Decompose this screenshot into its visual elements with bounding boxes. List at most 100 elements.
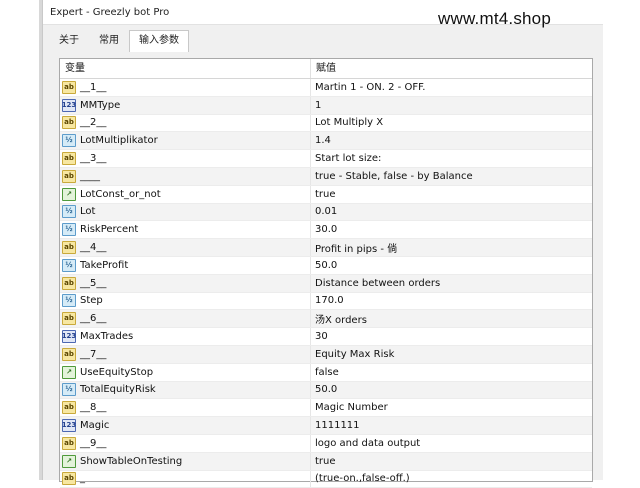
enum-param-icon: 123	[62, 419, 76, 433]
number-param-icon: ½	[62, 134, 76, 148]
tab-inputs[interactable]: 输入参数	[129, 30, 189, 52]
param-value-cell[interactable]: Start lot size:	[311, 150, 592, 167]
param-name-cell: ab __7__	[60, 345, 311, 363]
watermark: www.mt4.shop	[438, 9, 551, 28]
param-value-cell[interactable]: 170.0	[311, 293, 592, 310]
param-value-cell[interactable]: Profit in pips - 倘	[311, 239, 592, 256]
param-name: TakeProfit	[80, 259, 129, 271]
text-param-icon: ab	[62, 80, 76, 94]
param-name: _	[80, 473, 85, 485]
bool-param-icon: ↗	[62, 454, 76, 468]
number-param-icon: ½	[62, 205, 76, 219]
table-row[interactable]: ½ TakeProfit 50.0	[60, 256, 592, 275]
table-row[interactable]: ab __4__ Profit in pips - 倘	[60, 239, 592, 257]
param-name: __2__	[80, 117, 107, 129]
text-param-icon: ab	[62, 276, 76, 290]
tab-common[interactable]: 常用	[89, 30, 129, 51]
bool-param-icon: ↗	[62, 187, 76, 201]
tab-bar: 关于 常用 输入参数	[49, 30, 189, 52]
param-name-cell: ½ TotalEquityRisk	[60, 381, 311, 399]
param-name-cell: ½ RiskPercent	[60, 221, 311, 239]
table-row[interactable]: ab __1__ Martin 1 - ON. 2 - OFF.	[60, 79, 592, 97]
table-row[interactable]: ab ____ true - Stable, false - by Balance	[60, 167, 592, 186]
param-name: ShowTableOnTesting	[80, 455, 183, 467]
number-param-icon: ½	[62, 223, 76, 237]
param-name: LotMultiplikator	[80, 135, 158, 147]
param-name: __3__	[80, 153, 107, 165]
table-row[interactable]: ab __5__ Distance between orders	[60, 274, 592, 293]
table-row[interactable]: ↗ UseEquityStop false	[60, 363, 592, 382]
param-value-cell[interactable]: true - Stable, false - by Balance	[311, 168, 592, 185]
param-value-cell[interactable]: 0.01	[311, 204, 592, 221]
param-name: __4__	[80, 242, 107, 254]
column-header-variable[interactable]: 变量	[60, 59, 311, 78]
param-name-cell: ab __1__	[60, 79, 311, 96]
table-row[interactable]: ½ Step 170.0	[60, 292, 592, 311]
table-row[interactable]: ↗ LotConst_or_not true	[60, 185, 592, 204]
param-value-cell[interactable]: Magic Number	[311, 399, 592, 416]
param-name-cell: ab __4__	[60, 239, 311, 256]
param-name: Lot	[80, 206, 96, 218]
table-row[interactable]: 123 MaxTrades 30	[60, 328, 592, 346]
param-value-cell[interactable]: 30.0	[311, 221, 592, 238]
param-value-cell[interactable]: 30	[311, 328, 592, 345]
param-value-cell[interactable]: 50.0	[311, 257, 592, 274]
param-name-cell: ab __5__	[60, 274, 311, 292]
param-value-cell[interactable]: 1111111	[311, 417, 592, 434]
text-param-icon: ab	[62, 472, 76, 486]
table-row[interactable]: ab __9__ logo and data output	[60, 434, 592, 453]
table-row[interactable]: ↗ ShowTableOnTesting true	[60, 452, 592, 471]
table-row[interactable]: ab __7__ Equity Max Risk	[60, 345, 592, 364]
table-row[interactable]: ½ RiskPercent 30.0	[60, 221, 592, 240]
number-param-icon: ½	[62, 258, 76, 272]
text-param-icon: ab	[62, 169, 76, 183]
enum-param-icon: 123	[62, 98, 76, 112]
table-row[interactable]: ab _ (true-on.,false-off.)	[60, 470, 592, 488]
param-value-cell[interactable]: Equity Max Risk	[311, 346, 592, 363]
param-value-cell[interactable]: 汤X orders	[311, 310, 592, 327]
table-row[interactable]: ½ TotalEquityRisk 50.0	[60, 381, 592, 400]
param-value-cell[interactable]: 1	[311, 97, 592, 114]
param-name: __1__	[80, 81, 107, 93]
param-name-cell: ↗ UseEquityStop	[60, 363, 311, 381]
table-row[interactable]: ab __8__ Magic Number	[60, 399, 592, 418]
bool-param-icon: ↗	[62, 365, 76, 379]
param-name: TotalEquityRisk	[80, 384, 156, 396]
param-name: __5__	[80, 277, 107, 289]
param-value-cell[interactable]: Distance between orders	[311, 275, 592, 292]
tab-about[interactable]: 关于	[49, 30, 89, 51]
param-value-cell[interactable]: true	[311, 186, 592, 203]
enum-param-icon: 123	[62, 330, 76, 344]
param-value-cell[interactable]: 50.0	[311, 382, 592, 399]
table-row[interactable]: ab __2__ Lot Multiply X	[60, 114, 592, 133]
param-name-cell: ½ TakeProfit	[60, 256, 311, 274]
inputs-table: 变量 赋值 ab __1__ Martin 1 - ON. 2 - OFF. 123 M…	[59, 58, 593, 488]
param-value-cell[interactable]: 1.4	[311, 132, 592, 149]
param-value-cell[interactable]: logo and data output	[311, 435, 592, 452]
table-row[interactable]: ½ Lot 0.01	[60, 203, 592, 222]
param-name-cell: ab __2__	[60, 114, 311, 132]
param-name: LotConst_or_not	[80, 188, 161, 200]
table-row[interactable]: 123 MMType 1	[60, 96, 592, 115]
table-row[interactable]: ½ LotMultiplikator 1.4	[60, 132, 592, 151]
param-value-cell[interactable]: Lot Multiply X	[311, 115, 592, 132]
number-param-icon: ½	[62, 294, 76, 308]
column-header-value[interactable]: 赋值	[311, 59, 592, 78]
table-row[interactable]: ab __6__ 汤X orders	[60, 310, 592, 329]
param-name: Magic	[80, 420, 110, 432]
table-row[interactable]: 123 Magic 1111111	[60, 417, 592, 435]
param-name-cell: ab __6__	[60, 310, 311, 328]
table-row[interactable]: ab __3__ Start lot size:	[60, 150, 592, 168]
param-value-cell[interactable]: Martin 1 - ON. 2 - OFF.	[311, 79, 592, 96]
param-name-cell: ↗ LotConst_or_not	[60, 185, 311, 203]
window-title: Expert - Greezly bot Pro	[50, 6, 170, 18]
param-name: __7__	[80, 348, 107, 360]
param-name: __8__	[80, 402, 107, 414]
text-param-icon: ab	[62, 347, 76, 361]
table-header: 变量 赋值	[60, 59, 592, 79]
param-name-cell: ½ Lot	[60, 203, 311, 221]
param-value-cell[interactable]: false	[311, 364, 592, 381]
param-value-cell[interactable]: true	[311, 453, 592, 470]
expert-properties-dialog: Expert - Greezly bot Pro www.mt4.shop 关于…	[42, 0, 603, 488]
param-value-cell[interactable]: (true-on.,false-off.)	[311, 471, 592, 488]
